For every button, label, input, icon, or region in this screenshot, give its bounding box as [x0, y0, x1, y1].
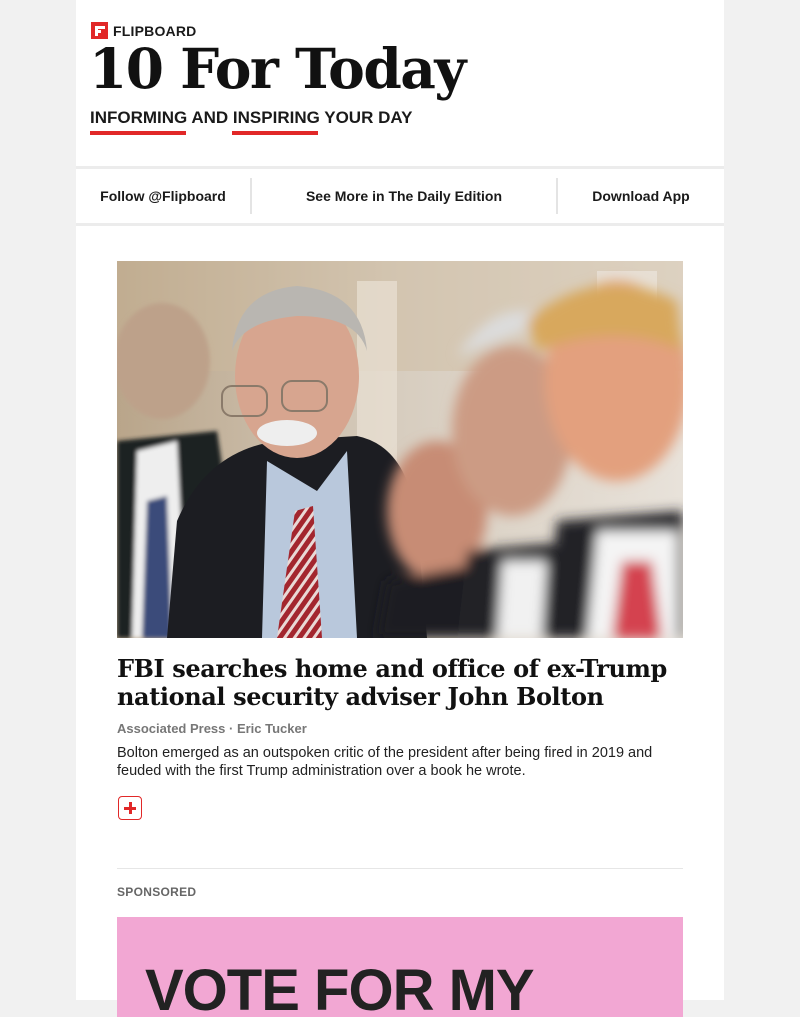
section-divider	[117, 868, 683, 869]
hero-photo	[117, 261, 683, 638]
ad-headline: VOTE FOR MY	[145, 958, 535, 1017]
daily-edition-link[interactable]: See More in The Daily Edition	[252, 178, 556, 214]
download-app-link[interactable]: Download App	[558, 178, 724, 214]
tagline-underline-inspiring	[232, 131, 318, 135]
newsletter-card: FLIPBOARD 10 For Today INFORMING AND INS…	[76, 0, 724, 1017]
newsletter-header: FLIPBOARD 10 For Today INFORMING AND INS…	[76, 0, 724, 166]
newsletter-tagline: INFORMING AND INSPIRING YOUR DAY	[90, 108, 413, 127]
flip-add-button[interactable]	[118, 796, 142, 820]
article-byline: Associated Press · Eric Tucker	[117, 721, 307, 736]
article-summary: Bolton emerged as an outspoken critic of…	[117, 745, 653, 779]
sponsored-label: SPONSORED	[117, 885, 197, 899]
article-hero-image[interactable]	[117, 261, 683, 638]
top-nav: Follow @Flipboard See More in The Daily …	[76, 166, 724, 226]
tagline-underline-informing	[90, 131, 186, 135]
follow-flipboard-link[interactable]: Follow @Flipboard	[76, 178, 250, 214]
article-headline[interactable]: FBI searches home and office of ex-Trump…	[117, 655, 683, 711]
newsletter-title: 10 For Today	[89, 36, 466, 101]
sponsored-ad-banner[interactable]: VOTE FOR MY	[117, 917, 683, 1017]
